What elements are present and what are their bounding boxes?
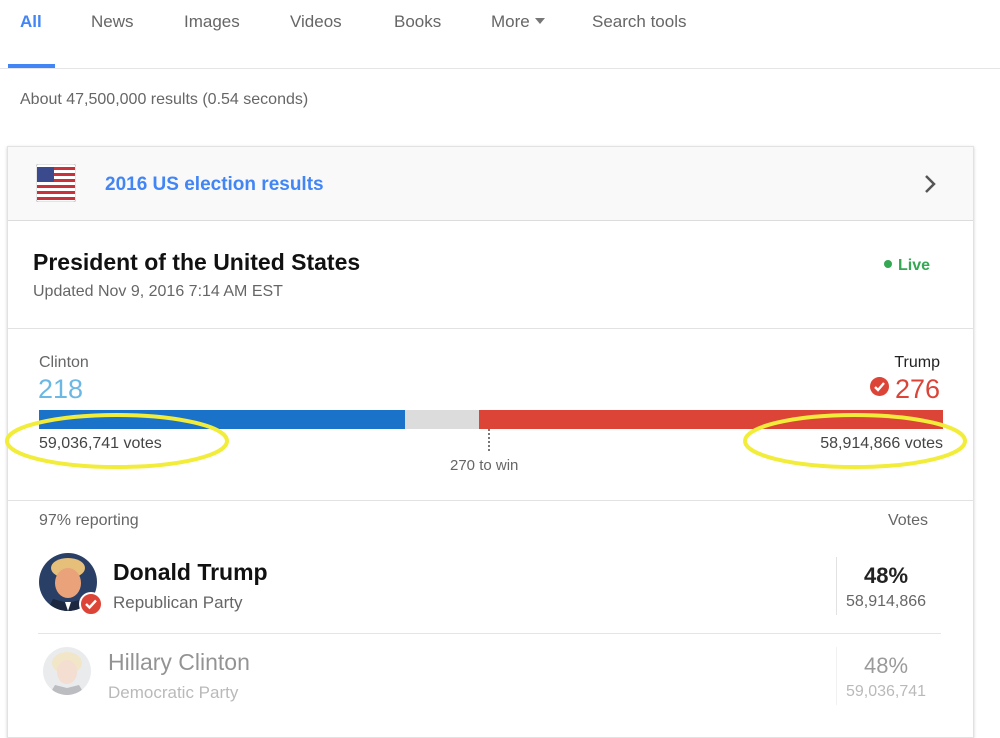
candidate-row-clinton[interactable]: Hillary Clinton Democratic Party 48% 59,… xyxy=(38,635,941,723)
tab-books[interactable]: Books xyxy=(394,12,441,32)
clinton-label: Clinton xyxy=(39,354,89,371)
candidate-party: Republican Party xyxy=(113,593,243,612)
clinton-electoral-votes: 218 xyxy=(38,374,84,404)
vote-percent: 48% xyxy=(863,653,909,678)
winner-check-icon xyxy=(869,377,889,396)
vote-count: 58,914,866 xyxy=(845,593,927,610)
clinton-popular-votes: 59,036,741 votes xyxy=(39,435,162,452)
tab-videos[interactable]: Videos xyxy=(290,12,342,32)
updated-timestamp: Updated Nov 9, 2016 7:14 AM EST xyxy=(33,283,283,300)
trump-electoral-votes: 276 xyxy=(894,374,940,404)
divider xyxy=(8,328,973,329)
trump-popular-votes: 58,914,866 votes xyxy=(820,435,943,452)
winner-check-icon xyxy=(79,592,103,616)
avatar xyxy=(43,647,91,695)
tab-more-label: More xyxy=(491,12,530,31)
live-label: Live xyxy=(898,257,931,274)
vote-count: 59,036,741 xyxy=(845,683,927,700)
chevron-right-icon[interactable] xyxy=(921,172,939,196)
270-marker xyxy=(488,429,490,451)
trump-bar-segment xyxy=(479,410,943,429)
candidate-row-trump[interactable]: Donald Trump Republican Party 48% 58,914… xyxy=(38,545,941,634)
live-dot-icon xyxy=(884,260,892,268)
reporting-status: 97% reporting xyxy=(39,512,139,529)
tab-news[interactable]: News xyxy=(91,12,134,32)
candidate-party: Democratic Party xyxy=(108,683,239,702)
tab-search-tools[interactable]: Search tools xyxy=(592,12,687,32)
trump-label: Trump xyxy=(894,354,940,371)
divider xyxy=(8,500,973,501)
candidate-name: Hillary Clinton xyxy=(108,649,250,675)
to-win-label: 270 to win xyxy=(450,457,519,474)
clinton-portrait-icon xyxy=(43,647,91,695)
vote-percent: 48% xyxy=(863,563,909,588)
votes-column-header: Votes xyxy=(887,512,928,529)
result-stats: About 47,500,000 results (0.54 seconds) xyxy=(20,91,309,108)
election-card: 2016 US election results President of th… xyxy=(5,146,974,738)
electoral-vote-bar xyxy=(39,410,943,429)
tab-images[interactable]: Images xyxy=(184,12,240,32)
election-card-header[interactable]: 2016 US election results xyxy=(8,147,973,221)
us-flag-icon xyxy=(36,164,76,202)
active-tab-indicator xyxy=(8,64,55,68)
clinton-bar-segment xyxy=(39,410,406,429)
office-title: President of the United States xyxy=(33,249,361,275)
trump-electoral-votes-group: 276 xyxy=(869,374,940,405)
candidate-name: Donald Trump xyxy=(113,559,268,585)
caret-down-icon xyxy=(534,18,545,24)
tab-all[interactable]: All xyxy=(20,12,42,32)
tab-more[interactable]: More xyxy=(491,12,545,32)
live-indicator: Live xyxy=(884,257,930,275)
search-tabs: All News Images Videos Books More Search… xyxy=(0,0,1000,69)
election-card-title[interactable]: 2016 US election results xyxy=(105,174,324,196)
